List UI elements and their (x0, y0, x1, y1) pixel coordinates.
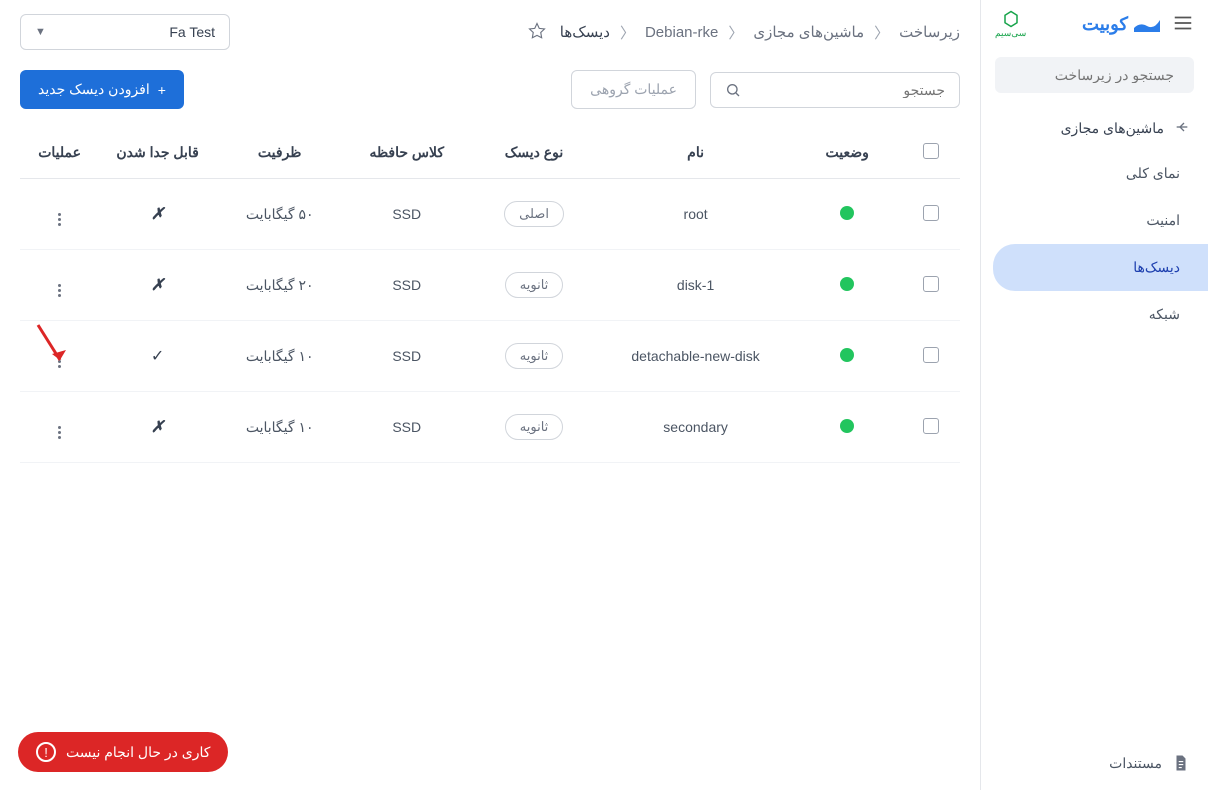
disks-table: وضعیت نام نوع دیسک کلاس حافظه ظرفیت قابل… (20, 127, 960, 463)
table-search[interactable] (710, 72, 960, 108)
sidebar-item-label: نمای کلی (1126, 165, 1180, 181)
breadcrumb-item[interactable]: ماشین‌های مجازی (753, 23, 864, 41)
row-checkbox[interactable] (923, 205, 939, 221)
select-all-checkbox[interactable] (923, 143, 939, 159)
chevron-left-icon: 〈 (620, 22, 635, 43)
row-actions-button[interactable] (58, 426, 61, 439)
sidebar-section-label: ماشین‌های مجازی (1061, 120, 1164, 137)
star-icon[interactable] (528, 22, 546, 43)
breadcrumb: زیرساخت 〈 ماشین‌های مجازی 〈 Debian-rke 〈… (560, 22, 960, 43)
plus-icon: + (158, 82, 166, 98)
brand-logo: کوبیت (1082, 14, 1160, 35)
disk-type-badge: ثانویه (505, 343, 564, 369)
disk-detachable: ✓ (99, 321, 216, 392)
sidebar-item-network[interactable]: شبکه (993, 291, 1208, 338)
sidebar-item-label: امنیت (1146, 212, 1180, 228)
row-actions-button[interactable] (58, 355, 61, 368)
sidebar-search[interactable] (995, 57, 1194, 93)
header-type: نوع دیسک (470, 127, 598, 179)
header-capacity: ظرفیت (216, 127, 343, 179)
disk-type-badge: ثانویه (505, 272, 564, 298)
chevron-left-icon: 〈 (728, 22, 743, 43)
row-actions-button[interactable] (58, 213, 61, 226)
sidebar-search-input[interactable] (993, 67, 1174, 83)
header-name: نام (598, 127, 793, 179)
disk-detachable: ✗ (99, 250, 216, 321)
disk-name: secondary (598, 392, 793, 463)
table-row: disk-1 ثانویه SSD ۲۰ گیگابایت ✗ (20, 250, 960, 321)
sidebar-docs[interactable]: مستندات (981, 736, 1208, 790)
sidebar-item-security[interactable]: امنیت (993, 197, 1208, 244)
alert-icon: ! (36, 742, 56, 762)
header-class: کلاس حافظه (343, 127, 470, 179)
group-operations-button: عملیات گروهی (571, 70, 696, 109)
disk-class: SSD (343, 250, 470, 321)
disk-capacity: ۲۰ گیگابایت (216, 250, 343, 321)
breadcrumb-item[interactable]: زیرساخت (899, 23, 960, 41)
disk-class: SSD (343, 321, 470, 392)
sidebar-section-vms[interactable]: ماشین‌های مجازی (981, 107, 1208, 150)
arrow-right-icon (1174, 119, 1190, 138)
status-indicator (840, 419, 854, 433)
disk-type-badge: اصلی (504, 201, 564, 227)
disk-class: SSD (343, 392, 470, 463)
sidebar-item-label: دیسک‌ها (1133, 259, 1180, 275)
disk-name: detachable-new-disk (598, 321, 793, 392)
status-pill[interactable]: کاری در حال انجام نیست ! (18, 732, 228, 772)
status-pill-text: کاری در حال انجام نیست (66, 744, 210, 761)
row-checkbox[interactable] (923, 276, 939, 292)
disk-capacity: ۱۰ گیگابایت (216, 392, 343, 463)
sidebar-item-overview[interactable]: نمای کلی (993, 150, 1208, 197)
document-icon (1172, 754, 1190, 772)
sidebar-item-label: شبکه (1149, 306, 1180, 322)
header-detachable: قابل جدا شدن (99, 127, 216, 179)
disk-capacity: ۱۰ گیگابایت (216, 321, 343, 392)
status-indicator (840, 206, 854, 220)
breadcrumb-item[interactable]: Debian-rke (645, 24, 718, 41)
menu-toggle[interactable] (1172, 12, 1194, 37)
project-select[interactable]: Fa Test ▼ (20, 14, 230, 50)
status-indicator (840, 277, 854, 291)
breadcrumb-current: دیسک‌ها (560, 23, 610, 41)
search-icon (725, 82, 741, 98)
table-row: secondary ثانویه SSD ۱۰ گیگابایت ✗ (20, 392, 960, 463)
add-disk-label: افزودن دیسک جدید (38, 81, 150, 98)
disk-type-badge: ثانویه (505, 414, 564, 440)
disk-name: root (598, 179, 793, 250)
row-actions-button[interactable] (58, 284, 61, 297)
disk-name: disk-1 (598, 250, 793, 321)
disk-class: SSD (343, 179, 470, 250)
header-actions: عملیات (20, 127, 99, 179)
project-select-label: Fa Test (169, 24, 215, 40)
table-row: detachable-new-disk ثانویه SSD ۱۰ گیگابا… (20, 321, 960, 392)
table-search-input[interactable] (751, 82, 945, 98)
header-status: وضعیت (793, 127, 901, 179)
sidebar-item-disks[interactable]: دیسک‌ها (993, 244, 1208, 291)
brand-secondary: سی‌سیم (995, 10, 1026, 39)
chevron-left-icon: 〈 (874, 22, 889, 43)
status-indicator (840, 348, 854, 362)
sidebar-docs-label: مستندات (1109, 755, 1162, 772)
row-checkbox[interactable] (923, 347, 939, 363)
table-row: root اصلی SSD ۵۰ گیگابایت ✗ (20, 179, 960, 250)
row-checkbox[interactable] (923, 418, 939, 434)
disk-capacity: ۵۰ گیگابایت (216, 179, 343, 250)
disk-detachable: ✗ (99, 179, 216, 250)
caret-down-icon: ▼ (35, 26, 46, 38)
add-disk-button[interactable]: + افزودن دیسک جدید (20, 70, 184, 109)
disk-detachable: ✗ (99, 392, 216, 463)
